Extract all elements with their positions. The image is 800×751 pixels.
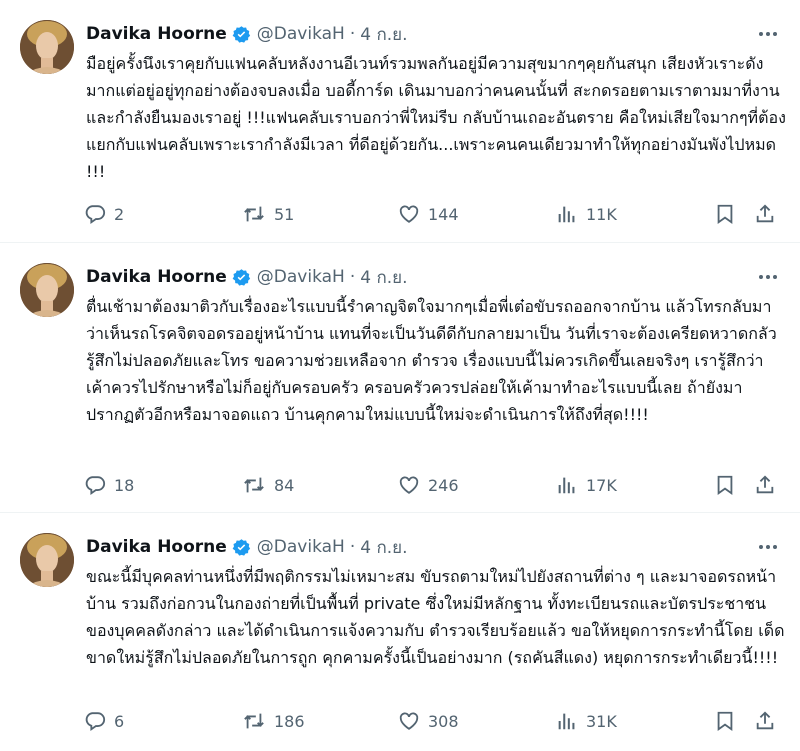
verified-badge-icon xyxy=(232,268,251,287)
tweet[interactable]: Davika Hoorne @DavikaH · 4 ก.ย. มือยู่คร… xyxy=(0,0,800,243)
reply-count: 2 xyxy=(114,204,125,224)
views-icon xyxy=(558,713,575,730)
verified-badge-icon xyxy=(232,25,251,44)
like-icon xyxy=(399,476,419,494)
retweet-button[interactable]: 84 xyxy=(242,474,294,496)
share-icon xyxy=(756,204,774,223)
avatar-image xyxy=(20,263,74,317)
author-name[interactable]: Davika Hoorne xyxy=(86,267,227,287)
share-button[interactable] xyxy=(754,203,784,225)
author-handle[interactable]: @DavikaH xyxy=(257,24,345,44)
reply-count: 6 xyxy=(114,711,125,731)
reply-icon xyxy=(85,476,106,496)
bookmark-icon xyxy=(717,475,733,496)
reply-icon xyxy=(85,205,106,225)
retweet-icon xyxy=(244,477,264,493)
like-icon xyxy=(399,712,419,730)
author-name[interactable]: Davika Hoorne xyxy=(86,24,227,44)
views-icon xyxy=(558,477,575,494)
reply-button[interactable]: 2 xyxy=(84,203,124,225)
tweet-text: ขณะนี้มีบุคคลท่านหนึ่งที่มีพฤติกรรมไม่เห… xyxy=(86,567,785,667)
share-button[interactable] xyxy=(754,474,784,496)
like-button[interactable]: 144 xyxy=(398,203,459,225)
view-count: 11K xyxy=(586,204,617,224)
avatar[interactable] xyxy=(20,533,74,587)
retweet-button[interactable]: 51 xyxy=(242,203,294,225)
like-count: 246 xyxy=(428,475,459,495)
share-icon xyxy=(756,711,774,730)
separator: · xyxy=(349,267,356,287)
verified-badge-icon xyxy=(232,538,251,557)
reply-icon xyxy=(85,712,106,732)
author-handle[interactable]: @DavikaH xyxy=(257,537,345,557)
avatar[interactable] xyxy=(20,20,74,74)
tweet[interactable]: Davika Hoorne @DavikaH · 4 ก.ย. ขณะนี้มี… xyxy=(0,513,800,751)
tweet-header: Davika Hoorne @DavikaH · 4 ก.ย. xyxy=(86,535,780,559)
like-count: 308 xyxy=(428,711,459,731)
tweet-date[interactable]: 4 ก.ย. xyxy=(360,264,407,291)
views-icon xyxy=(558,206,575,223)
bookmark-icon xyxy=(717,711,733,732)
like-count: 144 xyxy=(428,204,459,224)
separator: · xyxy=(349,537,356,557)
author-name[interactable]: Davika Hoorne xyxy=(86,537,227,557)
reply-button[interactable]: 18 xyxy=(84,474,134,496)
separator: · xyxy=(349,24,356,44)
bookmark-icon xyxy=(717,204,733,225)
tweet-header: Davika Hoorne @DavikaH · 4 ก.ย. xyxy=(86,22,780,46)
view-count: 17K xyxy=(586,475,617,495)
author-handle[interactable]: @DavikaH xyxy=(257,267,345,287)
avatar-image xyxy=(20,20,74,74)
like-button[interactable]: 308 xyxy=(398,710,459,732)
tweet-actions: 2 51 144 11K xyxy=(84,200,780,228)
tweet-text: มือยู่ครั้งนึงเราคุยกับแฟนคลับหลังงานอีเ… xyxy=(86,54,786,181)
avatar[interactable] xyxy=(20,263,74,317)
tweet-actions: 6 186 308 31K xyxy=(84,707,780,735)
bookmark-button[interactable] xyxy=(714,203,744,225)
bookmark-button[interactable] xyxy=(714,710,744,732)
tweet-date[interactable]: 4 ก.ย. xyxy=(360,21,407,48)
tweet-header: Davika Hoorne @DavikaH · 4 ก.ย. xyxy=(86,265,780,289)
avatar-image xyxy=(20,533,74,587)
like-button[interactable]: 246 xyxy=(398,474,459,496)
reply-button[interactable]: 6 xyxy=(84,710,124,732)
more-options-icon[interactable] xyxy=(756,537,780,557)
retweet-button[interactable]: 186 xyxy=(242,710,305,732)
more-options-icon[interactable] xyxy=(756,24,780,44)
tweet[interactable]: Davika Hoorne @DavikaH · 4 ก.ย. ตื่นเช้า… xyxy=(0,243,800,513)
like-icon xyxy=(399,205,419,223)
share-icon xyxy=(756,475,774,494)
retweet-icon xyxy=(244,206,264,222)
retweet-count: 84 xyxy=(274,475,295,495)
views-button[interactable]: 31K xyxy=(556,710,617,732)
tweet-feed: Davika Hoorne @DavikaH · 4 ก.ย. มือยู่คร… xyxy=(0,0,800,751)
tweet-date[interactable]: 4 ก.ย. xyxy=(360,534,407,561)
tweet-text: ตื่นเช้ามาต้องมาติวกับเรื่องอะไรแบบนี้รำ… xyxy=(86,297,777,424)
tweet-actions: 18 84 246 17K xyxy=(84,471,780,499)
share-button[interactable] xyxy=(754,710,784,732)
retweet-icon xyxy=(244,713,264,729)
retweet-count: 186 xyxy=(274,711,305,731)
views-button[interactable]: 11K xyxy=(556,203,617,225)
view-count: 31K xyxy=(586,711,617,731)
reply-count: 18 xyxy=(114,475,135,495)
bookmark-button[interactable] xyxy=(714,474,744,496)
retweet-count: 51 xyxy=(274,204,295,224)
more-options-icon[interactable] xyxy=(756,267,780,287)
views-button[interactable]: 17K xyxy=(556,474,617,496)
